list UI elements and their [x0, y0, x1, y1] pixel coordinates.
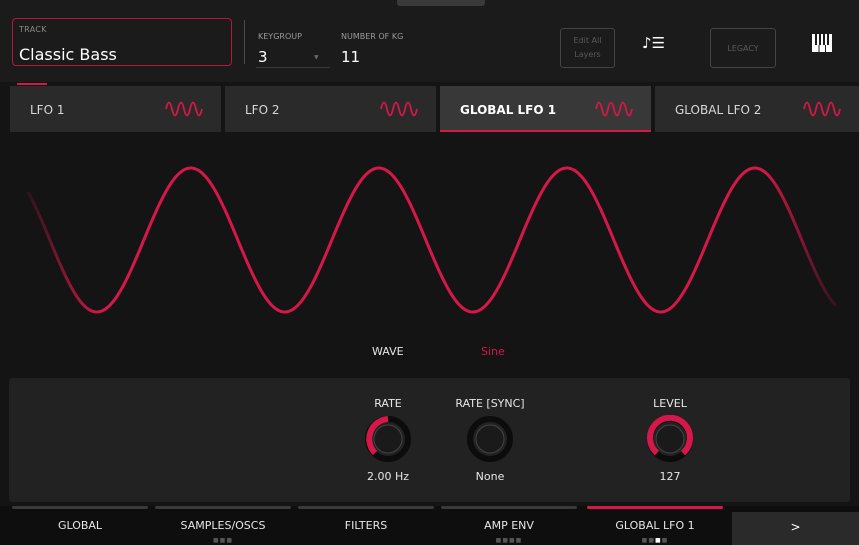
tab-lfo-2[interactable]: LFO 2 [225, 86, 436, 132]
edit-all-layers-button[interactable]: Edit All Layers [560, 28, 615, 68]
rate-sync-value: None [475, 470, 505, 483]
track-name: Classic Bass [19, 45, 117, 64]
rate-sync-knob[interactable] [466, 415, 514, 463]
sine-wave-icon [595, 101, 633, 117]
keygroup-label: KEYGROUP [258, 32, 302, 41]
waveform-display [0, 134, 859, 378]
rate-sync-label: RATE [SYNC] [455, 397, 525, 410]
tab-global-lfo-1[interactable]: GLOBAL LFO 1 [440, 86, 651, 132]
nav-tab-amp-env[interactable]: AMP ENV ■■■■ [441, 506, 577, 545]
nav-tab-filters[interactable]: FILTERS [298, 506, 434, 545]
nav-tab-label: GLOBAL LFO 1 [615, 519, 695, 532]
lfo-tab-bar: LFO 1 LFO 2 GLOBAL LFO 1 GLOBAL LFO 2 [0, 86, 859, 132]
nav-tab-global-lfo-1[interactable]: GLOBAL LFO 1 ■■■■ [587, 506, 723, 545]
track-selector[interactable]: TRACK Classic Bass [12, 18, 232, 85]
tab-lfo-1[interactable]: LFO 1 [10, 86, 221, 132]
nav-tab-label: AMP ENV [484, 519, 534, 532]
page-dots: ■■■■ [641, 537, 669, 544]
nav-tab-samples-oscs[interactable]: SAMPLES/OSCS ■■■ [155, 506, 291, 545]
top-pull-handle[interactable] [397, 0, 485, 6]
nav-tab-indicator [155, 506, 291, 509]
page-dots: ■■■■ [495, 537, 523, 544]
number-of-kg-field[interactable]: 11 [341, 48, 360, 66]
knob-panel: RATE 2.00 Hz RATE [SYNC] None LEVEL 127 [9, 378, 850, 502]
track-label: TRACK [19, 25, 47, 34]
nav-tab-indicator [441, 506, 577, 509]
edit-all-layers-line1: Edit All [573, 36, 602, 45]
sine-wave-curve [26, 166, 838, 314]
level-value: 127 [659, 470, 681, 483]
bottom-nav-bar: GLOBAL SAMPLES/OSCS ■■■ FILTERS AMP ENV … [0, 506, 859, 545]
nav-tab-label: FILTERS [344, 519, 388, 532]
sine-wave-icon [165, 101, 203, 117]
note-list-icon[interactable]: ♪☰ [642, 34, 665, 52]
nav-tab-indicator [12, 506, 148, 509]
tab-global-lfo-2[interactable]: GLOBAL LFO 2 [655, 86, 859, 132]
keygroup-field[interactable]: 3 [258, 48, 268, 66]
piano-keys-icon[interactable] [812, 34, 832, 56]
nav-tab-indicator [298, 506, 434, 509]
header-divider [244, 20, 245, 64]
sine-wave-icon [380, 101, 418, 117]
nav-tab-label: SAMPLES/OSCS [180, 519, 266, 532]
tab-label: LFO 2 [245, 103, 280, 117]
next-page-button[interactable]: > [732, 512, 859, 545]
track-underline [17, 83, 47, 85]
edit-all-layers-line2: Layers [574, 50, 601, 59]
tab-label: GLOBAL LFO 2 [675, 103, 762, 117]
legacy-button[interactable]: LEGACY [710, 28, 776, 68]
number-of-kg-label: NUMBER OF KG [341, 32, 404, 41]
level-knob[interactable] [646, 415, 694, 463]
dropdown-arrow-icon: ▼ [314, 54, 319, 61]
wave-label: WAVE [372, 345, 404, 358]
nav-tab-indicator [587, 506, 723, 509]
tab-label: GLOBAL LFO 1 [460, 103, 557, 117]
level-label: LEVEL [653, 397, 687, 410]
page-dots: ■■■ [212, 537, 233, 544]
tab-label: LFO 1 [30, 103, 65, 117]
nav-tab-global[interactable]: GLOBAL [12, 506, 148, 545]
rate-knob[interactable] [364, 415, 412, 463]
sine-wave-icon [803, 101, 841, 117]
nav-tab-label: GLOBAL [57, 519, 103, 532]
keygroup-underline [256, 67, 330, 68]
wave-type-value[interactable]: Sine [481, 345, 505, 358]
lfo-waveform [26, 166, 838, 314]
